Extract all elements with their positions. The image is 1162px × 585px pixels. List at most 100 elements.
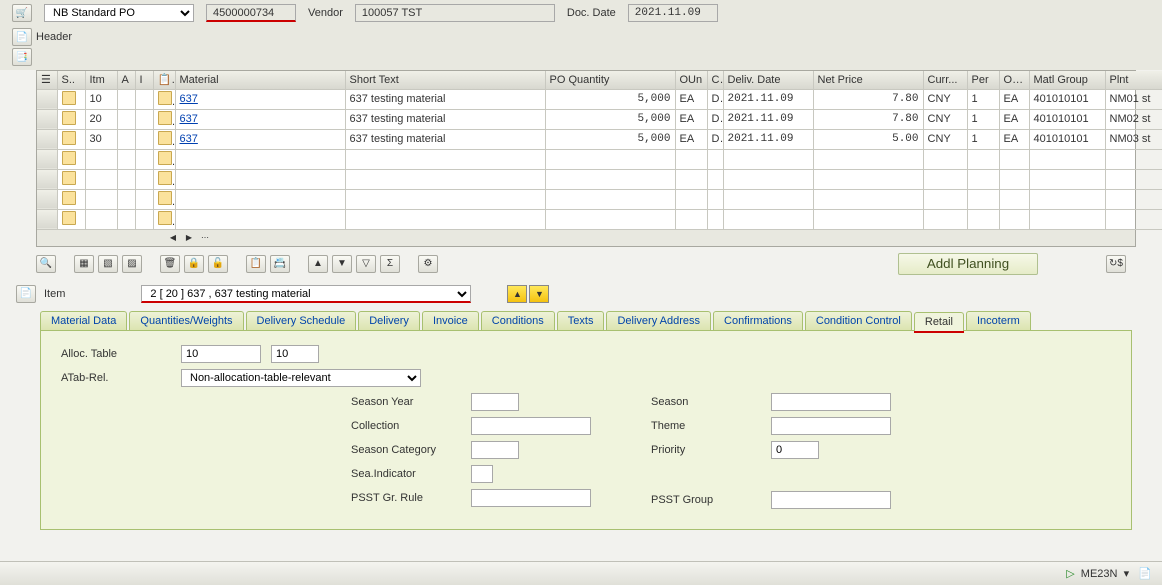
cell-material[interactable]: 637 [175,129,345,149]
cell-mat-ind[interactable] [153,149,175,169]
lock-icon[interactable]: 🔒 [184,255,204,273]
grid-view3-icon[interactable]: ▨ [122,255,142,273]
cell-s[interactable] [57,189,85,209]
status-page-icon[interactable]: 📄 [1138,568,1152,580]
tab-conditions[interactable]: Conditions [481,311,555,330]
row-selector[interactable] [37,129,57,149]
cell-s[interactable] [57,169,85,189]
expand-item-icon[interactable]: 📄 [16,285,36,303]
tab-invoice[interactable]: Invoice [422,311,479,330]
cell-opu[interactable]: EA [999,129,1029,149]
cell-c[interactable]: D [707,109,723,129]
table-row[interactable]: 10637637 testing material5,000EAD2021.11… [37,89,1162,109]
sea-indicator-input[interactable] [471,465,493,483]
filter-icon[interactable]: ▽ [356,255,376,273]
cell-i[interactable] [135,89,153,109]
cell-a[interactable] [117,129,135,149]
tab-delivery[interactable]: Delivery [358,311,420,330]
cell-curr[interactable]: CNY [923,89,967,109]
grid-view1-icon[interactable]: ▦ [74,255,94,273]
scroll-config-icon[interactable]: ⋯ [199,232,211,244]
sort-asc-icon[interactable]: ▲ [308,255,328,273]
table-row[interactable] [37,189,1162,209]
season-input[interactable] [771,393,891,411]
col-po-qty[interactable]: PO Quantity [545,71,675,89]
cell-c[interactable]: D [707,89,723,109]
cell-opu[interactable]: EA [999,109,1029,129]
cell-mg[interactable]: 401010101 [1029,129,1105,149]
cell-itm[interactable]: 20 [85,109,117,129]
table-row[interactable]: 30637637 testing material5,000EAD2021.11… [37,129,1162,149]
cell-short-text[interactable]: 637 testing material [345,129,545,149]
cell-mat-ind[interactable] [153,129,175,149]
cart-icon[interactable]: 🛒 [12,4,32,22]
row-selector[interactable] [37,89,57,109]
cell-material[interactable]: 637 [175,89,345,109]
details-icon[interactable]: 📇 [270,255,290,273]
cell-s[interactable] [57,149,85,169]
expand-header-icon[interactable]: 📄 [12,28,32,46]
cell-qty[interactable]: 5,000 [545,89,675,109]
cell-s[interactable] [57,209,85,229]
cell-i[interactable] [135,109,153,129]
cell-short-text[interactable]: 637 testing material [345,89,545,109]
cell-s[interactable] [57,129,85,149]
col-a[interactable]: A [117,71,135,89]
season-category-input[interactable] [471,441,519,459]
item-select[interactable]: 2 [ 20 ] 637 , 637 testing material [141,285,471,303]
table-row[interactable] [37,149,1162,169]
cell-per[interactable]: 1 [967,89,999,109]
row-selector[interactable] [37,189,57,209]
cell-oun[interactable]: EA [675,109,707,129]
col-curr[interactable]: Curr... [923,71,967,89]
item-next-icon[interactable]: ▼ [529,285,549,303]
refresh-icon[interactable]: ↻$ [1106,255,1126,273]
cell-mat-ind[interactable] [153,169,175,189]
alloc-table-input-2[interactable] [271,345,319,363]
cell-plnt[interactable]: NM02 st [1105,109,1162,129]
col-material[interactable]: Material [175,71,345,89]
sum-icon[interactable]: Σ [380,255,400,273]
row-selector[interactable] [37,109,57,129]
po-type-select[interactable]: NB Standard PO [44,4,194,22]
cell-itm[interactable]: 10 [85,89,117,109]
psst-gr-rule-input[interactable] [471,489,591,507]
status-open-icon[interactable]: ▷ [1066,568,1074,580]
cell-mat-ind[interactable] [153,189,175,209]
delete-icon[interactable]: 🗑 [160,255,180,273]
cell-material[interactable]: 637 [175,109,345,129]
cell-mat-ind[interactable] [153,209,175,229]
cell-mat-ind[interactable] [153,109,175,129]
tab-material-data[interactable]: Material Data [40,311,127,330]
col-deliv-date[interactable]: Deliv. Date [723,71,813,89]
cell-a[interactable] [117,109,135,129]
season-year-input[interactable] [471,393,519,411]
cell-plnt[interactable]: NM03 st [1105,129,1162,149]
tab-delivery-address[interactable]: Delivery Address [606,311,711,330]
col-matl-group[interactable]: Matl Group [1029,71,1105,89]
cell-oun[interactable]: EA [675,89,707,109]
atab-rel-select[interactable]: Non-allocation-table-relevant [181,369,421,387]
row-selector[interactable] [37,209,57,229]
col-itm[interactable]: Itm [85,71,117,89]
col-mat-ind[interactable]: 📋 [153,71,175,89]
tab-texts[interactable]: Texts [557,311,605,330]
row-selector[interactable] [37,169,57,189]
priority-input[interactable] [771,441,819,459]
cell-price[interactable]: 5.00 [813,129,923,149]
cell-qty[interactable]: 5,000 [545,129,675,149]
tab-incoterms[interactable]: Incoterm [966,311,1031,330]
cell-opu[interactable]: EA [999,89,1029,109]
scroll-right-icon[interactable]: ▶ [183,232,195,244]
cell-s[interactable] [57,109,85,129]
cell-mg[interactable]: 401010101 [1029,89,1105,109]
tab-delivery-schedule[interactable]: Delivery Schedule [246,311,357,330]
table-row[interactable] [37,169,1162,189]
psst-group-input[interactable] [771,491,891,509]
cell-date[interactable]: 2021.11.09 [723,109,813,129]
tab-retail[interactable]: Retail [914,312,964,331]
col-i[interactable]: I [135,71,153,89]
col-c[interactable]: C [707,71,723,89]
cell-mg[interactable]: 401010101 [1029,109,1105,129]
collapse-icon[interactable]: 📑 [12,48,32,66]
